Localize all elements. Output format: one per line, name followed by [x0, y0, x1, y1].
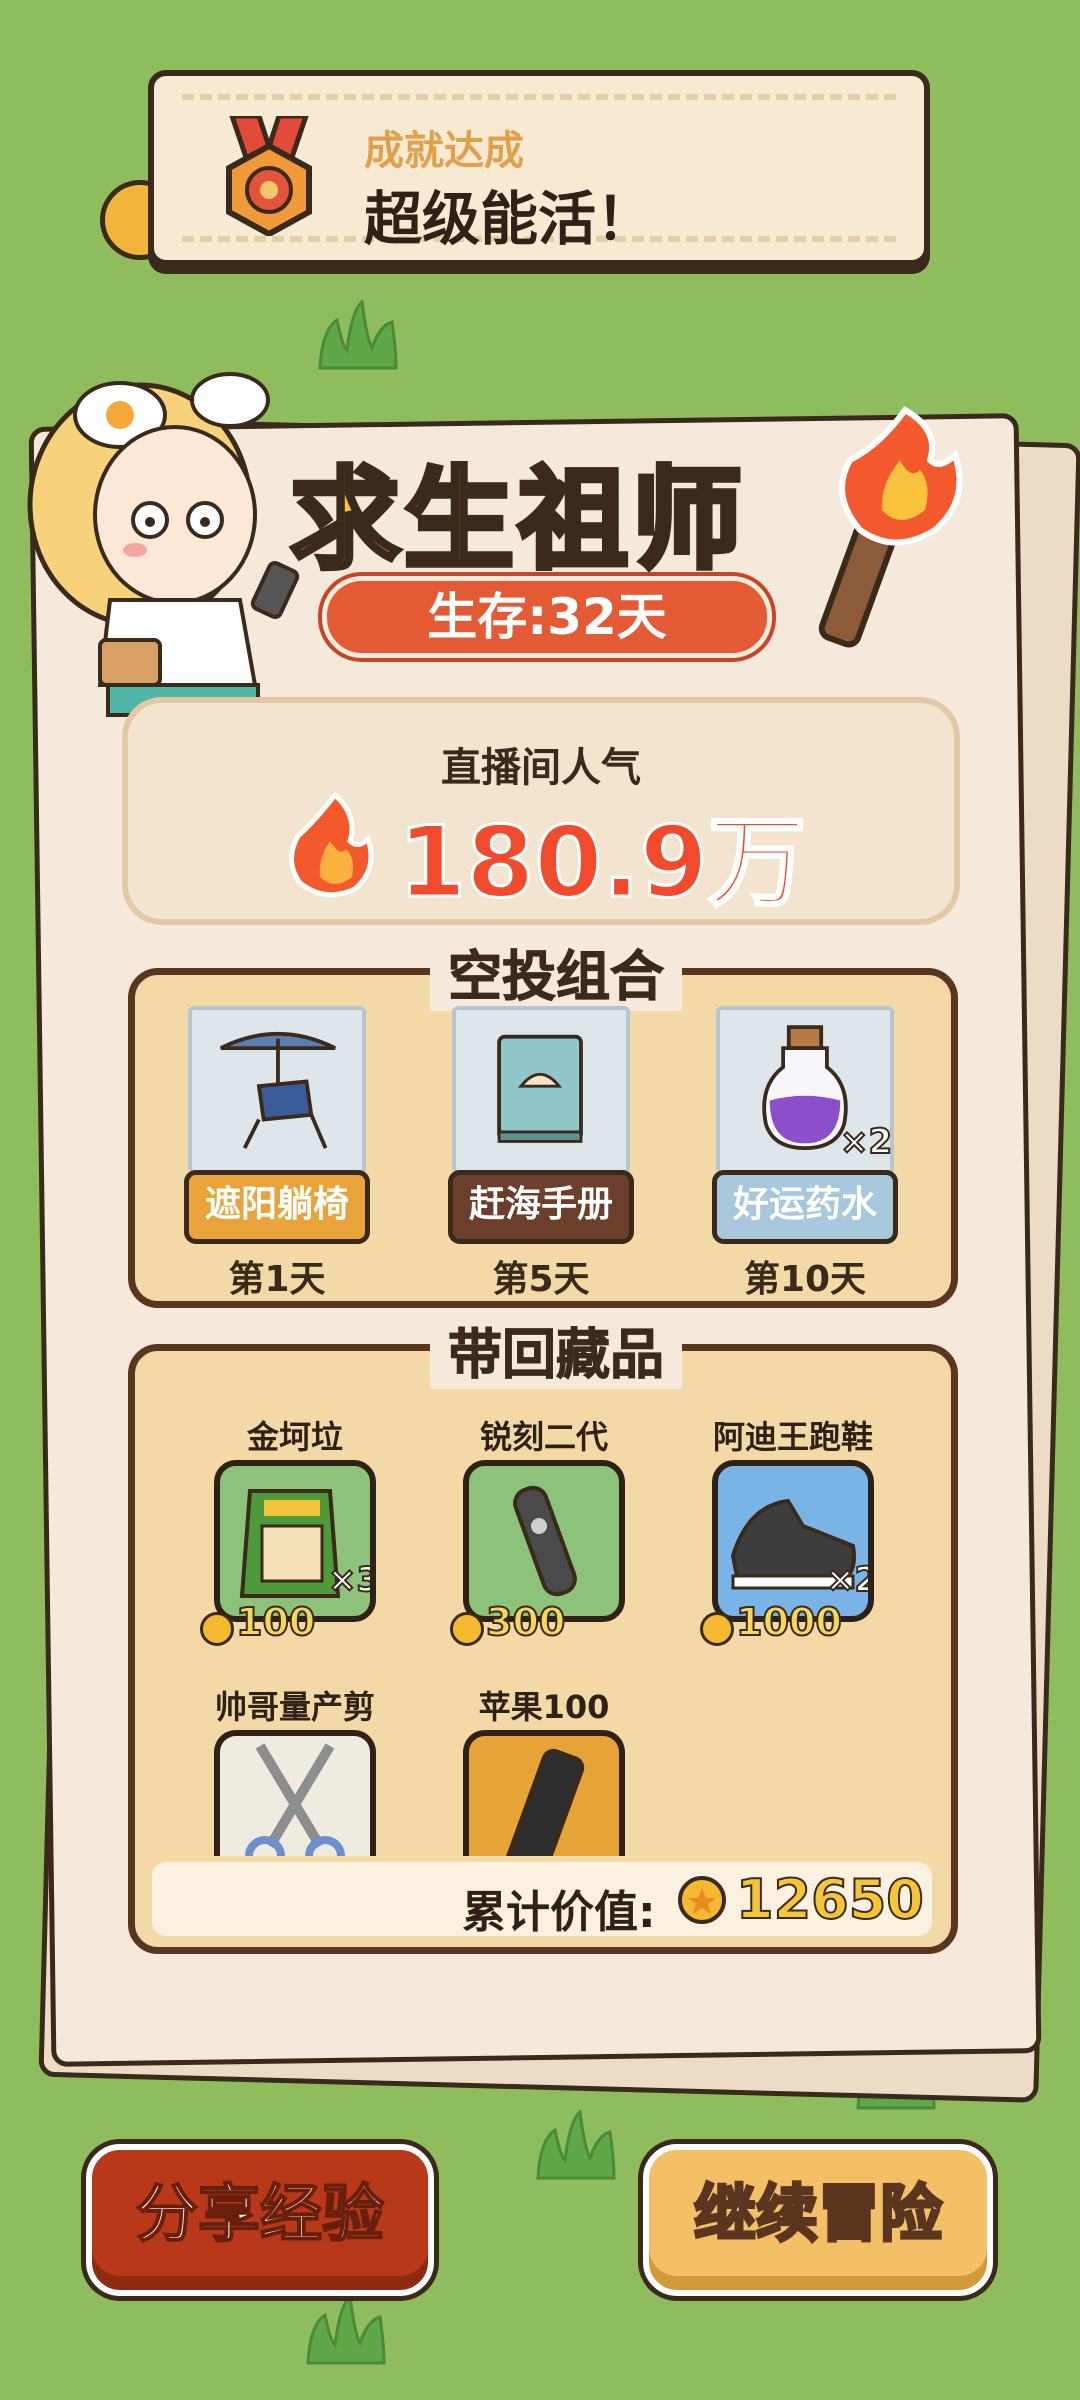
coin-icon — [450, 1612, 484, 1646]
airdrop-title: 空投组合 — [430, 932, 682, 1011]
airdrop-label: 好运药水 — [712, 1170, 898, 1244]
book-icon — [497, 1034, 583, 1143]
share-experience-button[interactable]: 分享经验 — [86, 2144, 434, 2296]
collection-item-card[interactable]: ×2 — [712, 1460, 874, 1622]
grass-icon — [306, 2295, 386, 2365]
collection-item-card[interactable] — [463, 1460, 625, 1622]
airdrop-label: 赶海手册 — [448, 1170, 634, 1244]
airdrop-label: 遮阳躺椅 — [184, 1170, 370, 1244]
item-name: 帅哥量产剪 — [214, 1688, 375, 1726]
achievement-banner: 成就达成 超级能活！ — [148, 70, 930, 266]
item-price: 300 — [485, 1599, 566, 1645]
airdrop-card[interactable] — [188, 1006, 366, 1174]
airdrop-card[interactable]: ×2 — [716, 1006, 894, 1174]
scissors-icon — [245, 1743, 345, 1856]
medal-icon — [226, 116, 312, 236]
item-price: 100 — [235, 1599, 316, 1645]
collection-title: 带回藏品 — [430, 1310, 682, 1389]
survival-days-badge: 生存:32天 — [322, 576, 772, 658]
total-value-bar: 累计价值: 12650 — [152, 1862, 932, 1938]
coin-icon — [700, 1612, 734, 1646]
airdrop-day: 第5天 — [492, 1259, 590, 1300]
vape-icon — [513, 1485, 577, 1597]
coin-icon — [200, 1612, 234, 1646]
airdrop-day: 第10天 — [743, 1259, 867, 1300]
item-name: 阿迪王跑鞋 — [712, 1418, 873, 1456]
collection-item-card[interactable] — [214, 1730, 376, 1856]
coin-icon — [678, 1876, 726, 1924]
character-avatar-icon — [27, 372, 300, 752]
achievement-subtitle: 成就达成 — [364, 128, 524, 174]
fire-icon — [289, 791, 374, 898]
airdrop-card[interactable] — [452, 1006, 630, 1174]
item-count: ×2 — [839, 1121, 893, 1163]
item-count: ×2 — [825, 1559, 874, 1601]
collection-item-card[interactable] — [463, 1730, 625, 1856]
collection-item-card[interactable]: ×3 — [214, 1460, 376, 1622]
popularity-panel: 直播间人气 180.9万 — [122, 697, 960, 925]
item-count: ×3 — [327, 1559, 376, 1601]
item-name: 锐刻二代 — [479, 1418, 608, 1456]
item-name: 金坷垃 — [246, 1418, 343, 1456]
achievement-title: 超级能活！ — [364, 185, 655, 253]
grass-icon — [536, 2110, 616, 2180]
item-name: 苹果100 — [478, 1688, 610, 1726]
page-title: 求生祖师 — [288, 454, 746, 587]
total-value-label: 累计价值: — [462, 1887, 656, 1938]
continue-adventure-button[interactable]: 继续冒险 — [643, 2144, 993, 2296]
grass-icon — [318, 300, 398, 370]
popularity-value: 180.9万 — [397, 805, 808, 922]
phone-icon — [503, 1748, 585, 1856]
airdrop-day: 第1天 — [228, 1259, 326, 1300]
sun-lounger-icon — [219, 1031, 336, 1149]
item-price: 1000 — [735, 1599, 843, 1645]
total-value: 12650 — [735, 1867, 925, 1932]
torch-icon — [818, 406, 963, 648]
